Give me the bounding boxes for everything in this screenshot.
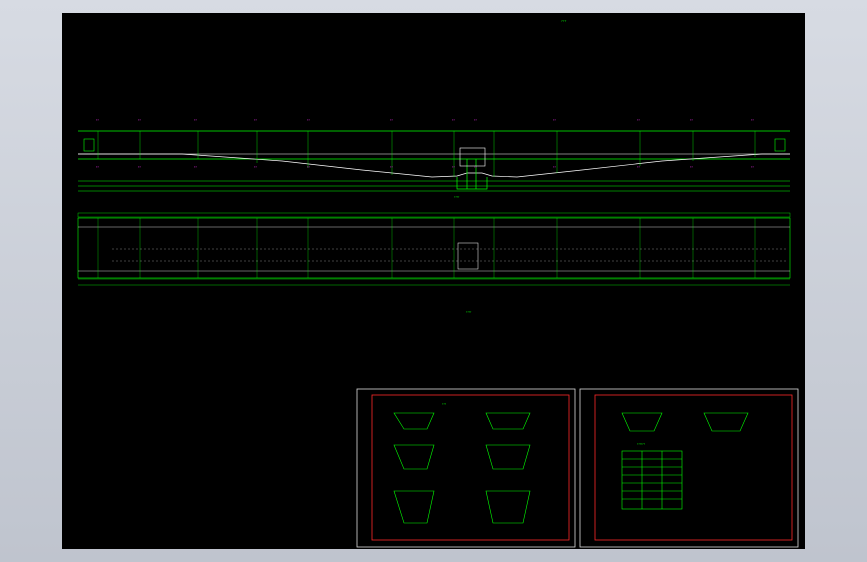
cad-drawing-canvas[interactable]: ??? ?? ?? ?? ?? ?? ?? ?? ?? ?? ?? ?? ?? … bbox=[62, 13, 805, 549]
detail-caption: ??? bbox=[442, 403, 447, 406]
plan-caption: ???? bbox=[466, 311, 472, 314]
canvas-background bbox=[62, 13, 805, 549]
sheet-code: ??? bbox=[561, 19, 567, 23]
elevation-caption: ???? bbox=[454, 196, 460, 199]
table-caption: ?????? bbox=[637, 443, 646, 446]
cad-app-window: ??? ?? ?? ?? ?? ?? ?? ?? ?? ?? ?? ?? ?? … bbox=[0, 0, 867, 562]
drawing-viewport[interactable]: ??? ?? ?? ?? ?? ?? ?? ?? ?? ?? ?? ?? ?? … bbox=[62, 13, 805, 549]
